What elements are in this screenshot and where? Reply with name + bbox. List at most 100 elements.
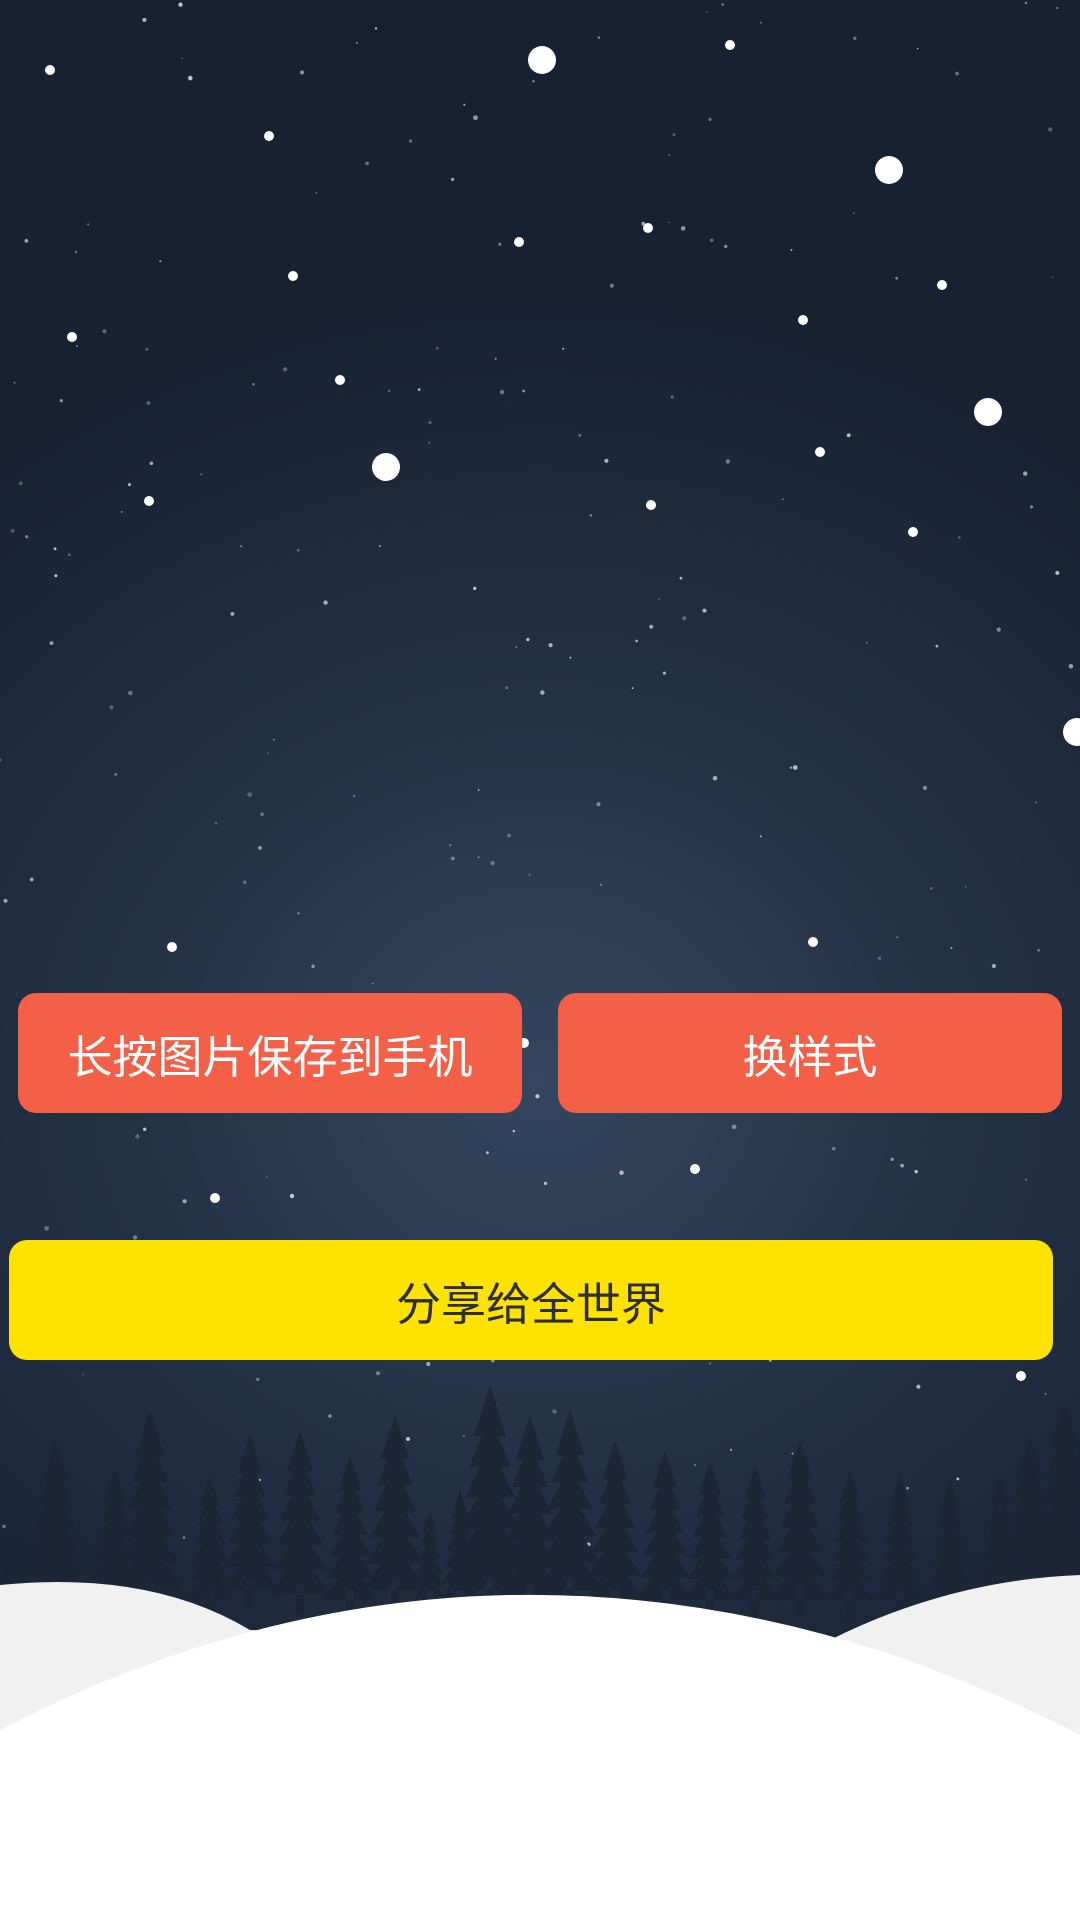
star xyxy=(599,883,602,886)
star xyxy=(19,481,23,486)
star xyxy=(353,795,355,798)
pine-tree xyxy=(322,1455,378,1620)
star xyxy=(548,643,553,648)
star xyxy=(266,752,269,755)
star xyxy=(256,1377,260,1381)
star xyxy=(609,283,614,288)
star xyxy=(25,535,29,539)
star xyxy=(75,345,78,347)
star xyxy=(128,690,133,696)
snowflake xyxy=(1063,718,1080,746)
star xyxy=(132,1235,138,1240)
star xyxy=(214,821,218,825)
star xyxy=(356,42,358,44)
star xyxy=(473,586,477,591)
snowflake xyxy=(144,496,154,506)
save-image-button[interactable]: 长按图片保存到手机 xyxy=(18,993,522,1113)
star xyxy=(668,221,670,224)
star xyxy=(315,191,318,194)
share-label: 分享给全世界 xyxy=(395,1277,666,1331)
pine-tree xyxy=(636,1450,694,1620)
star xyxy=(725,459,731,464)
star xyxy=(296,548,300,552)
star xyxy=(996,627,1001,632)
star xyxy=(178,2,183,7)
star xyxy=(515,646,518,648)
star xyxy=(865,642,868,644)
star xyxy=(406,1437,410,1441)
star xyxy=(463,103,466,106)
star xyxy=(297,912,300,915)
star xyxy=(964,885,967,888)
star xyxy=(569,656,572,659)
star xyxy=(200,473,202,476)
star xyxy=(53,547,57,551)
star xyxy=(853,36,857,40)
star xyxy=(658,598,660,601)
star xyxy=(498,242,502,246)
star xyxy=(102,329,107,334)
star xyxy=(535,1094,540,1099)
star xyxy=(376,1371,380,1376)
star xyxy=(323,600,328,605)
star xyxy=(789,766,793,769)
star xyxy=(649,624,654,629)
star xyxy=(426,1362,431,1366)
share-button[interactable]: 分享给全世界 xyxy=(9,1240,1053,1360)
star xyxy=(900,1163,904,1168)
star xyxy=(428,420,432,425)
star xyxy=(146,401,151,405)
star xyxy=(528,873,531,876)
star xyxy=(258,846,262,850)
star xyxy=(522,389,525,393)
star xyxy=(462,1435,465,1438)
star xyxy=(1024,1,1028,5)
star xyxy=(507,833,511,838)
star xyxy=(68,553,71,556)
change-style-label: 换样式 xyxy=(742,1030,878,1084)
star xyxy=(604,458,609,463)
change-style-button[interactable]: 换样式 xyxy=(558,993,1062,1113)
star xyxy=(759,835,762,838)
star xyxy=(328,1414,332,1418)
star xyxy=(114,772,118,776)
star xyxy=(182,1536,186,1540)
star xyxy=(562,347,565,350)
star xyxy=(449,844,452,847)
star xyxy=(831,1146,836,1151)
star xyxy=(289,1193,295,1199)
star xyxy=(935,644,939,648)
save-image-label: 长按图片保存到手机 xyxy=(67,1030,473,1084)
star xyxy=(552,1409,557,1414)
star xyxy=(1068,664,1074,669)
star xyxy=(1044,1392,1047,1396)
star xyxy=(759,21,762,24)
star xyxy=(791,1452,794,1455)
star xyxy=(916,47,919,50)
star xyxy=(1025,1178,1028,1181)
snowflake xyxy=(643,223,653,233)
star xyxy=(890,1157,894,1161)
star xyxy=(731,1124,737,1130)
snowflake xyxy=(45,65,55,75)
star xyxy=(916,1384,921,1389)
star xyxy=(709,238,714,243)
star xyxy=(428,442,431,444)
star xyxy=(10,528,15,533)
snowflake xyxy=(528,46,556,74)
star xyxy=(1035,801,1038,804)
snowflake xyxy=(372,453,400,481)
star xyxy=(1030,505,1034,509)
star xyxy=(149,461,154,466)
pine-tree xyxy=(584,1440,646,1620)
star xyxy=(265,1176,268,1179)
star xyxy=(486,1151,489,1154)
star xyxy=(128,483,131,487)
pine-tree xyxy=(115,1410,185,1610)
star xyxy=(82,1373,85,1376)
star xyxy=(24,239,29,243)
star xyxy=(120,510,123,513)
star xyxy=(543,1181,548,1186)
star xyxy=(54,574,58,578)
star xyxy=(505,686,509,690)
